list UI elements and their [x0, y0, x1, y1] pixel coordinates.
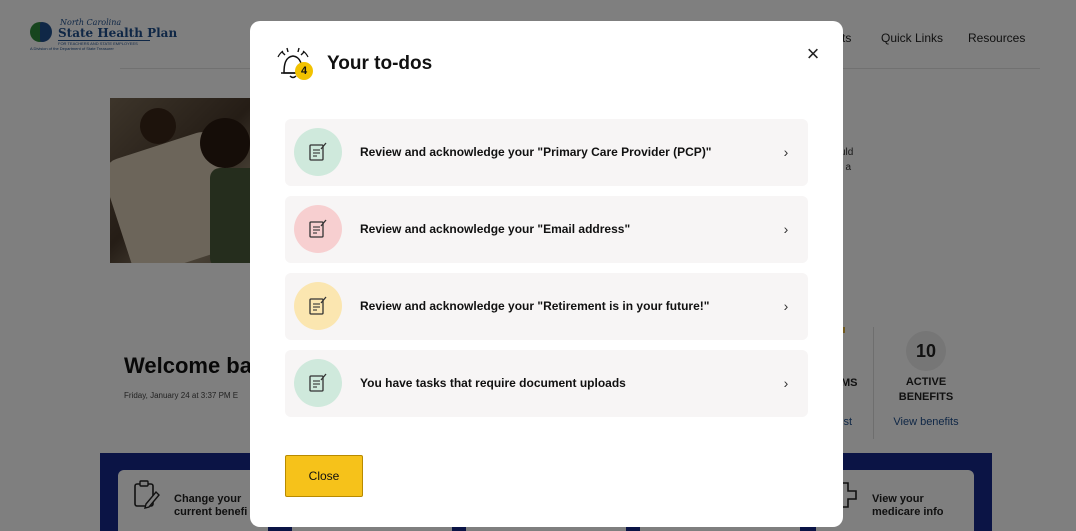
- todo-item-document-uploads[interactable]: You have tasks that require document upl…: [285, 350, 808, 417]
- document-sign-icon: [309, 296, 327, 315]
- chevron-right-icon: ›: [783, 144, 789, 160]
- todo-item-retirement[interactable]: Review and acknowledge your "Retirement …: [285, 273, 808, 340]
- todo-count-badge: 4: [295, 62, 313, 80]
- document-sign-icon: [309, 142, 327, 161]
- chevron-right-icon: ›: [783, 221, 789, 237]
- todo-icon-circle: [294, 282, 342, 330]
- todo-text: Review and acknowledge your "Email addre…: [360, 222, 631, 236]
- todo-item-email[interactable]: Review and acknowledge your "Email addre…: [285, 196, 808, 263]
- todo-text: You have tasks that require document upl…: [360, 376, 626, 390]
- chevron-right-icon: ›: [783, 298, 789, 314]
- todo-icon-circle: [294, 205, 342, 253]
- modal-title: Your to-dos: [327, 53, 433, 74]
- todo-text: Review and acknowledge your "Primary Car…: [360, 145, 712, 159]
- todo-item-pcp[interactable]: Review and acknowledge your "Primary Car…: [285, 119, 808, 186]
- chevron-right-icon: ›: [783, 375, 789, 391]
- document-sign-icon: [309, 373, 327, 392]
- todo-icon-circle: [294, 128, 342, 176]
- todo-text: Review and acknowledge your "Retirement …: [360, 299, 710, 313]
- todos-modal: 4 Your to-dos × Review and acknowledge y…: [250, 21, 843, 527]
- todo-icon-circle: [294, 359, 342, 407]
- close-icon[interactable]: ×: [800, 41, 826, 67]
- close-button[interactable]: Close: [285, 455, 363, 497]
- document-sign-icon: [309, 219, 327, 238]
